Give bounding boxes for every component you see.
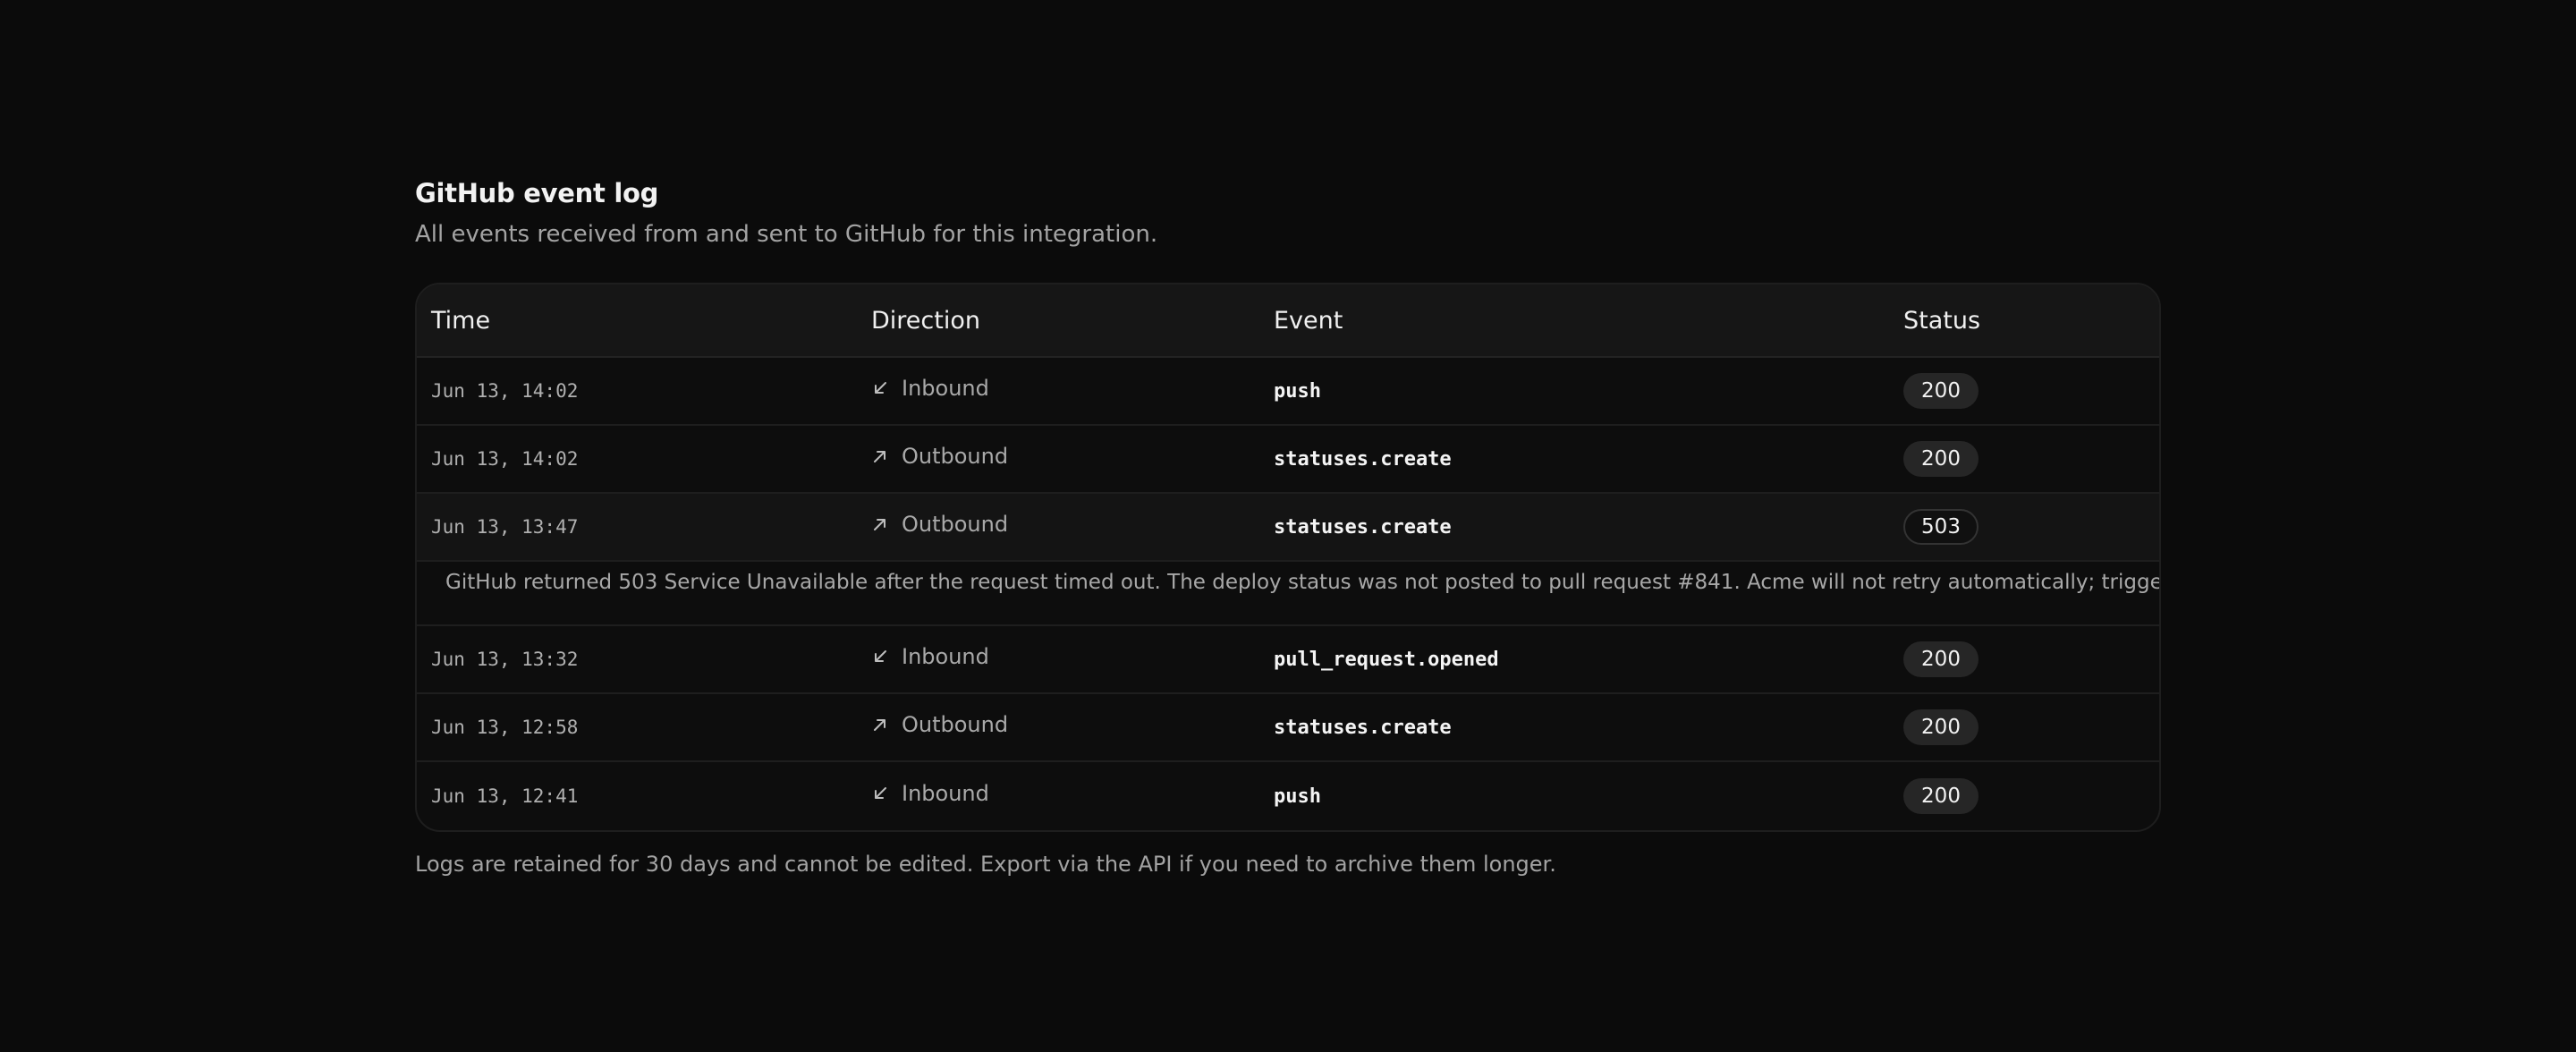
direction-label: Inbound [902, 376, 989, 401]
column-header-direction: Direction [871, 306, 980, 335]
event-direction: Inbound [871, 376, 1272, 401]
status-badge: 200 [1903, 373, 1979, 409]
event-time: Jun 13, 13:32 [431, 649, 579, 670]
event-direction: Outbound [871, 712, 1272, 737]
event-direction: Inbound [871, 781, 1272, 806]
table-row[interactable]: Jun 13, 14:02 Outbound statuses.create 2… [417, 426, 2159, 494]
arrow-down-left-icon [875, 382, 886, 394]
direction-label: Outbound [902, 712, 1009, 737]
event-time: Jun 13, 14:02 [431, 380, 579, 402]
arrow-up-right-icon [874, 451, 886, 462]
retention-note: Logs are retained for 30 days and cannot… [415, 852, 1556, 877]
event-time: Jun 13, 12:41 [431, 785, 579, 807]
table-row[interactable]: Jun 13, 13:32 Inbound pull_request.opene… [417, 626, 2159, 694]
status-badge: 200 [1903, 778, 1979, 814]
direction-label: Inbound [902, 781, 989, 806]
event-time: Jun 13, 14:02 [431, 448, 579, 470]
event-name: statuses.create [1274, 716, 1452, 739]
column-header-status: Status [1903, 306, 1981, 335]
event-direction: Outbound [871, 512, 1272, 537]
arrow-up-right-icon [874, 519, 886, 530]
status-badge: 200 [1903, 641, 1979, 677]
table-row[interactable]: Jun 13, 12:58 Outbound statuses.create 2… [417, 694, 2159, 762]
direction-label: Inbound [902, 644, 989, 669]
arrow-down-left-icon [875, 650, 886, 662]
event-name: pull_request.opened [1274, 648, 1499, 671]
status-badge: 200 [1903, 441, 1979, 477]
event-name: statuses.create [1274, 515, 1452, 539]
status-badge-error: 503 [1903, 509, 1979, 545]
table-header: Time Direction Event Status [417, 284, 2159, 358]
column-header-time: Time [431, 306, 491, 335]
direction-label: Outbound [902, 444, 1009, 469]
arrow-down-left-icon [875, 787, 886, 799]
error-detail: GitHub returned 503 Service Unavailable … [417, 562, 2159, 626]
column-header-event: Event [1274, 306, 1343, 335]
event-time: Jun 13, 12:58 [431, 717, 579, 738]
table-row[interactable]: Jun 13, 14:02 Inbound push 200 [417, 358, 2159, 426]
event-name: statuses.create [1274, 447, 1452, 471]
page-title: GitHub event log [415, 178, 659, 208]
arrow-up-right-icon [874, 719, 886, 731]
table-row-error[interactable]: Jun 13, 13:47 Outbound statuses.create 5… [417, 494, 2159, 562]
event-direction: Inbound [871, 644, 1272, 669]
direction-label: Outbound [902, 512, 1009, 537]
event-time: Jun 13, 13:47 [431, 516, 579, 538]
event-direction: Outbound [871, 444, 1272, 469]
event-log-panel: GitHub event log All events received fro… [415, 172, 2161, 877]
event-name: push [1274, 785, 1321, 808]
table-row[interactable]: Jun 13, 12:41 Inbound push 200 [417, 762, 2159, 830]
page-subtitle: All events received from and sent to Git… [415, 221, 1158, 248]
event-table: Time Direction Event Status Jun 13, 14:0… [415, 283, 2161, 832]
status-badge: 200 [1903, 709, 1979, 745]
event-name: push [1274, 379, 1321, 403]
